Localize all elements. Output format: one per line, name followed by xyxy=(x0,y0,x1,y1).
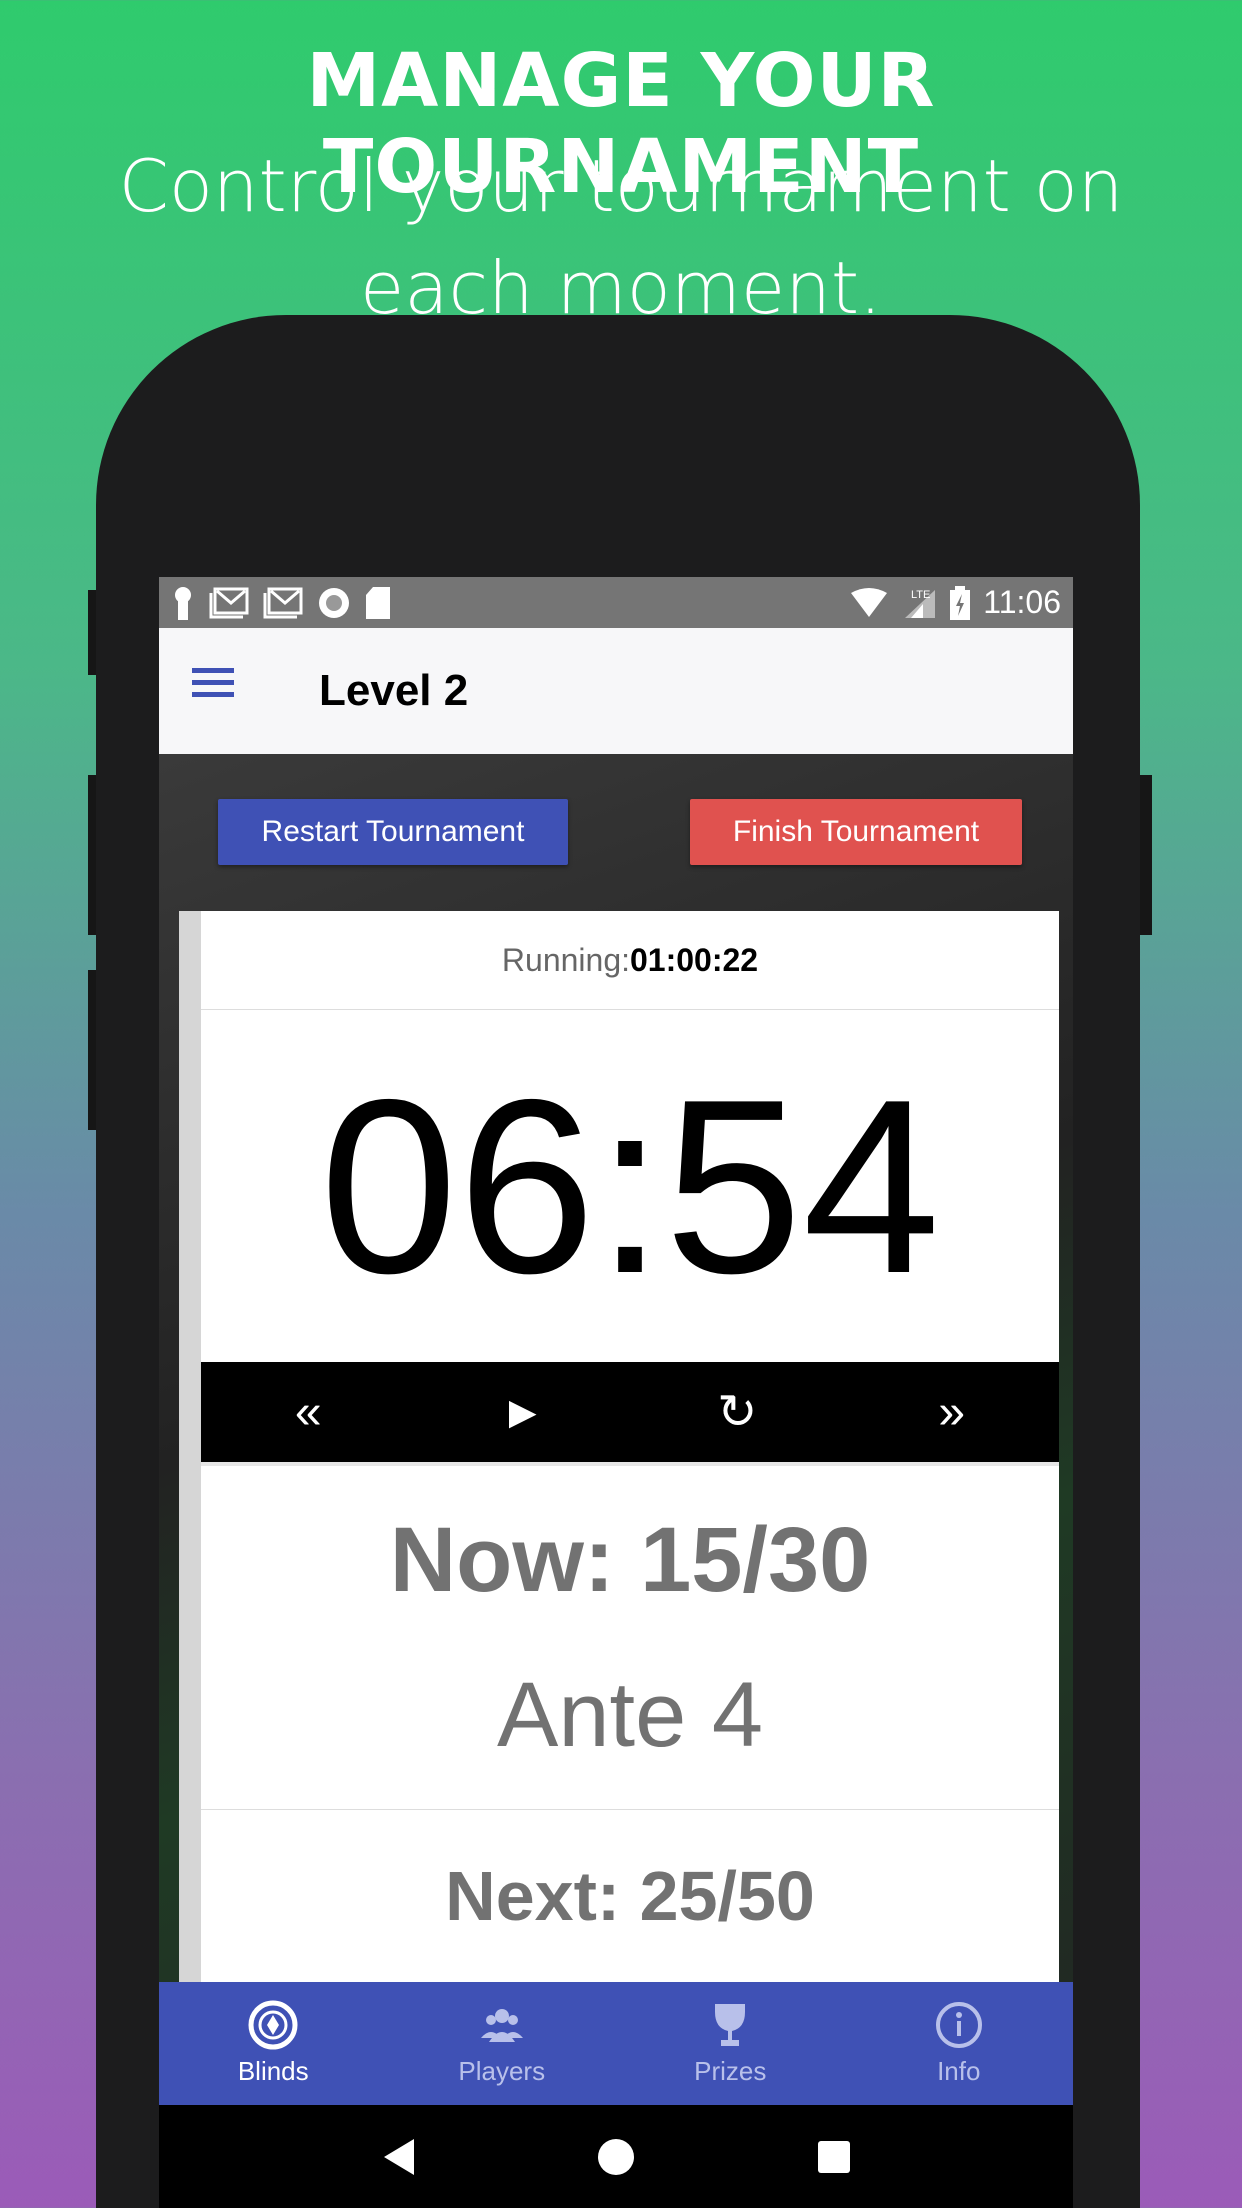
reset-icon[interactable]: ↻ xyxy=(677,1384,797,1440)
battery-charging-icon xyxy=(950,585,971,620)
ante: Ante 4 xyxy=(497,1664,763,1766)
tab-label: Players xyxy=(458,2056,546,2086)
status-bar: LTE 11:06 xyxy=(159,577,1073,628)
tab-players[interactable]: Players xyxy=(388,1982,617,2105)
tab-prizes[interactable]: Prizes xyxy=(616,1982,845,2105)
phone-screen: LTE 11:06 Level 2 Restart Tournament Fin… xyxy=(159,577,1073,2208)
page-title: Level 2 xyxy=(319,666,469,715)
running-label: Running: xyxy=(501,941,630,978)
gmail-icon xyxy=(209,587,249,618)
lte-signal-icon: LTE xyxy=(905,589,936,618)
card-edge xyxy=(179,911,201,1982)
wifi-off-icon xyxy=(851,587,888,617)
svg-text:LTE: LTE xyxy=(911,589,930,601)
record-icon xyxy=(319,587,349,618)
sd-card-icon xyxy=(366,586,390,619)
keyhole-icon xyxy=(175,586,191,620)
info-icon xyxy=(935,2002,982,2048)
players-icon xyxy=(480,2009,523,2042)
now-blinds: Now: 15/30 xyxy=(389,1509,871,1611)
current-blinds: Now: 15/30 Ante 4 xyxy=(201,1462,1059,1810)
gmail-icon xyxy=(263,587,303,618)
finish-tournament-button[interactable]: Finish Tournament xyxy=(690,799,1022,865)
tab-blinds[interactable]: Blinds xyxy=(159,1982,388,2105)
blinds-card: Running: 01:00:22 06:54 « ▶ ↻ » Now: 15/3… xyxy=(201,911,1059,1982)
running-time: Running: 01:00:22 xyxy=(201,911,1059,1010)
previous-level-icon[interactable]: « xyxy=(248,1385,368,1440)
tab-label: Info xyxy=(937,2056,981,2086)
running-value: 01:00:22 xyxy=(630,941,759,978)
play-icon[interactable]: ▶ xyxy=(463,1391,583,1433)
hamburger-menu-icon[interactable] xyxy=(192,668,234,698)
back-icon[interactable] xyxy=(380,2137,416,2177)
system-nav-bar xyxy=(159,2105,1073,2208)
timer-controls: « ▶ ↻ » xyxy=(201,1362,1059,1462)
tab-label: Prizes xyxy=(694,2056,767,2086)
promo-subline: Control your tournament on each moment. xyxy=(118,144,1124,330)
home-icon[interactable] xyxy=(597,2138,635,2176)
bottom-nav: Blinds Players Prizes Info xyxy=(159,1982,1073,2105)
tab-info[interactable]: Info xyxy=(845,1982,1074,2105)
app-bar: Level 2 xyxy=(159,628,1073,754)
poker-chip-icon xyxy=(248,2000,298,2050)
next-level-icon[interactable]: » xyxy=(892,1385,1012,1440)
level-timer: 06:54 xyxy=(319,1047,941,1325)
phone-button xyxy=(1140,775,1152,935)
trophy-icon xyxy=(715,2004,746,2046)
status-time: 11:06 xyxy=(983,584,1061,620)
recents-icon[interactable] xyxy=(816,2139,852,2175)
restart-tournament-button[interactable]: Restart Tournament xyxy=(218,799,568,865)
tab-label: Blinds xyxy=(237,2056,309,2086)
next-blinds: Next: 25/50 xyxy=(445,1857,815,1935)
